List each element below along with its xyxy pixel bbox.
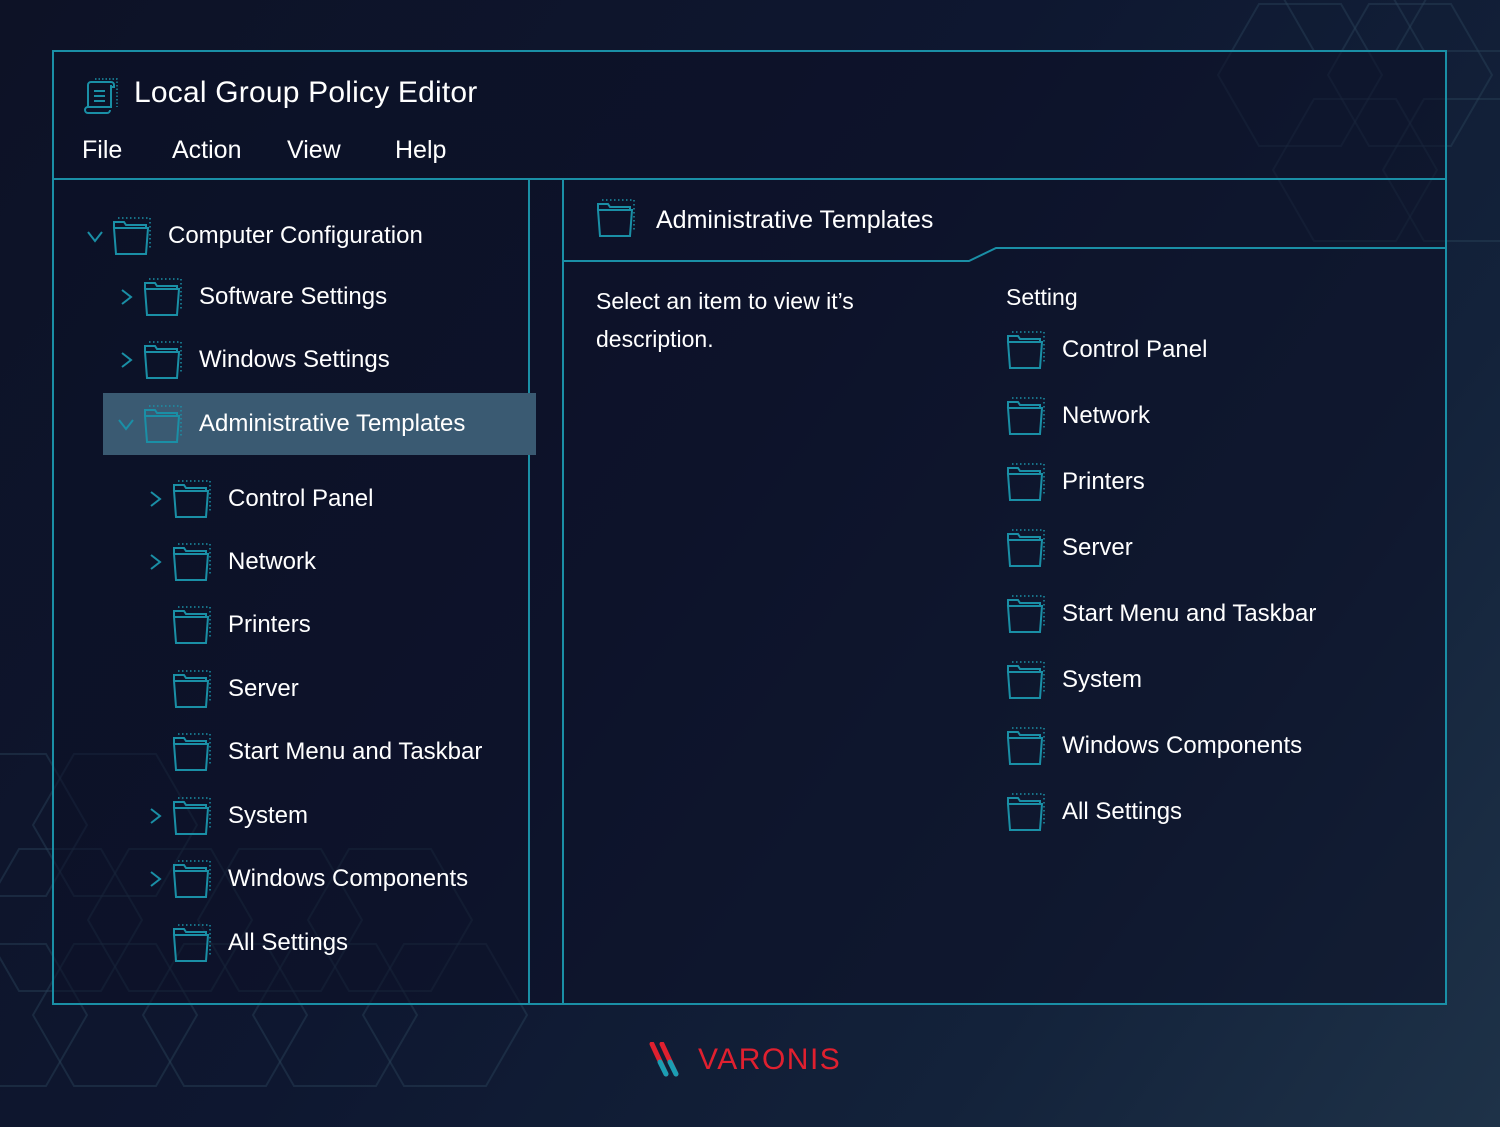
- folder-icon: [1006, 397, 1045, 435]
- tree-item[interactable]: Windows Components: [140, 848, 468, 910]
- tree-item-label: Computer Configuration: [168, 222, 423, 249]
- details-header-title: Administrative Templates: [656, 206, 934, 234]
- tree-item[interactable]: Administrative Templates: [103, 393, 536, 455]
- tree-item-label: Windows Components: [228, 865, 469, 892]
- setting-item-label: Network: [1062, 402, 1151, 429]
- setting-list-item[interactable]: Windows Components: [1004, 724, 1302, 768]
- tree-item-label: Control Panel: [228, 485, 374, 512]
- tree-item-label: Administrative Templates: [199, 410, 466, 437]
- folder-icon: [1006, 529, 1045, 567]
- header-divider: [564, 247, 1447, 262]
- setting-item-label: Printers: [1062, 468, 1145, 495]
- window-title: Local Group Policy Editor: [134, 76, 478, 109]
- folder-icon: [143, 405, 182, 443]
- chevron-right-icon[interactable]: [140, 487, 170, 511]
- chevron-right-icon[interactable]: [111, 348, 141, 372]
- folder-icon: [172, 860, 211, 898]
- varonis-logo-text: VARONIS: [698, 1043, 842, 1076]
- setting-list-item[interactable]: Server: [1004, 526, 1133, 570]
- chevron-down-icon[interactable]: [111, 412, 141, 436]
- tree-item[interactable]: Control Panel: [140, 468, 373, 530]
- tree-item[interactable]: System: [140, 785, 308, 847]
- setting-item-label: Windows Components: [1062, 732, 1303, 759]
- setting-list-item[interactable]: All Settings: [1004, 790, 1182, 834]
- tree-item-label: All Settings: [228, 929, 349, 956]
- setting-list-item[interactable]: Start Menu and Taskbar: [1004, 592, 1316, 636]
- tree-item[interactable]: Network: [140, 531, 316, 593]
- varonis-logo: VARONIS: [648, 1042, 841, 1078]
- folder-icon: [1006, 595, 1045, 633]
- tree-item-label: Network: [228, 548, 317, 575]
- setting-item-label: All Settings: [1062, 798, 1183, 825]
- folder-icon: [172, 670, 211, 708]
- setting-list-item[interactable]: Control Panel: [1004, 328, 1207, 372]
- setting-list-item[interactable]: System: [1004, 658, 1142, 702]
- expander-placeholder: [140, 677, 170, 701]
- folder-icon: [172, 606, 211, 644]
- tree-item-label: Printers: [228, 611, 311, 638]
- setting-item-label: Start Menu and Taskbar: [1062, 600, 1317, 627]
- pane-splitter[interactable]: [528, 180, 564, 1005]
- tree-item-label: Windows Settings: [199, 346, 390, 373]
- folder-icon: [112, 217, 151, 255]
- tree-item[interactable]: Server: [140, 658, 299, 720]
- setting-column-header[interactable]: Setting: [1006, 284, 1078, 311]
- setting-item-label: Server: [1062, 534, 1133, 561]
- tree-item[interactable]: Printers: [140, 594, 311, 656]
- menu-view[interactable]: View: [287, 136, 341, 165]
- setting-item-label: System: [1062, 666, 1143, 693]
- folder-icon: [143, 341, 182, 379]
- folder-icon: [1006, 727, 1045, 765]
- chevron-down-icon[interactable]: [80, 224, 110, 248]
- chevron-right-icon[interactable]: [111, 285, 141, 309]
- tree-pane: Computer Configuration Software Settings W…: [54, 180, 536, 1005]
- varonis-logo-mark-icon: [649, 1042, 679, 1077]
- tree-item[interactable]: Computer Configuration: [80, 205, 423, 267]
- tree-item-label: Start Menu and Taskbar: [228, 738, 483, 765]
- chevron-right-icon[interactable]: [140, 550, 170, 574]
- setting-list-item[interactable]: Network: [1004, 394, 1150, 438]
- folder-icon: [172, 733, 211, 771]
- tree-item-label: Software Settings: [199, 283, 388, 310]
- menu-action[interactable]: Action: [172, 136, 241, 165]
- folder-icon: [172, 480, 211, 518]
- chevron-right-icon[interactable]: [140, 804, 170, 828]
- folder-icon: [143, 278, 182, 316]
- expander-placeholder: [140, 740, 170, 764]
- folder-icon: [1006, 331, 1045, 369]
- folder-icon: [172, 543, 211, 581]
- tree-item[interactable]: Windows Settings: [111, 329, 390, 391]
- folder-icon: [172, 797, 211, 835]
- description-text: Select an item to view it’s description.: [596, 288, 854, 352]
- tree-item-label: System: [228, 802, 309, 829]
- details-pane: Administrative Templates Select an item …: [564, 180, 1447, 1005]
- expander-placeholder: [140, 931, 170, 955]
- folder-icon: [172, 924, 211, 962]
- setting-item-label: Control Panel: [1062, 336, 1208, 363]
- title-bar: Local Group Policy Editor File Action Vi…: [54, 52, 1445, 180]
- tree-item[interactable]: All Settings: [140, 912, 348, 974]
- folder-icon: [1006, 463, 1045, 501]
- folder-icon: [1006, 661, 1045, 699]
- expander-placeholder: [140, 613, 170, 637]
- tree-item[interactable]: Software Settings: [111, 266, 387, 328]
- policy-scroll-icon: [84, 78, 118, 114]
- chevron-right-icon[interactable]: [140, 867, 170, 891]
- tree-item-label: Server: [228, 675, 299, 702]
- menu-help[interactable]: Help: [395, 136, 446, 165]
- group-policy-editor-window: Local Group Policy Editor File Action Vi…: [52, 50, 1447, 1005]
- tree-item[interactable]: Start Menu and Taskbar: [140, 721, 482, 783]
- folder-icon: [596, 199, 635, 237]
- setting-list-item[interactable]: Printers: [1004, 460, 1145, 504]
- menu-file[interactable]: File: [82, 136, 122, 165]
- folder-icon: [1006, 793, 1045, 831]
